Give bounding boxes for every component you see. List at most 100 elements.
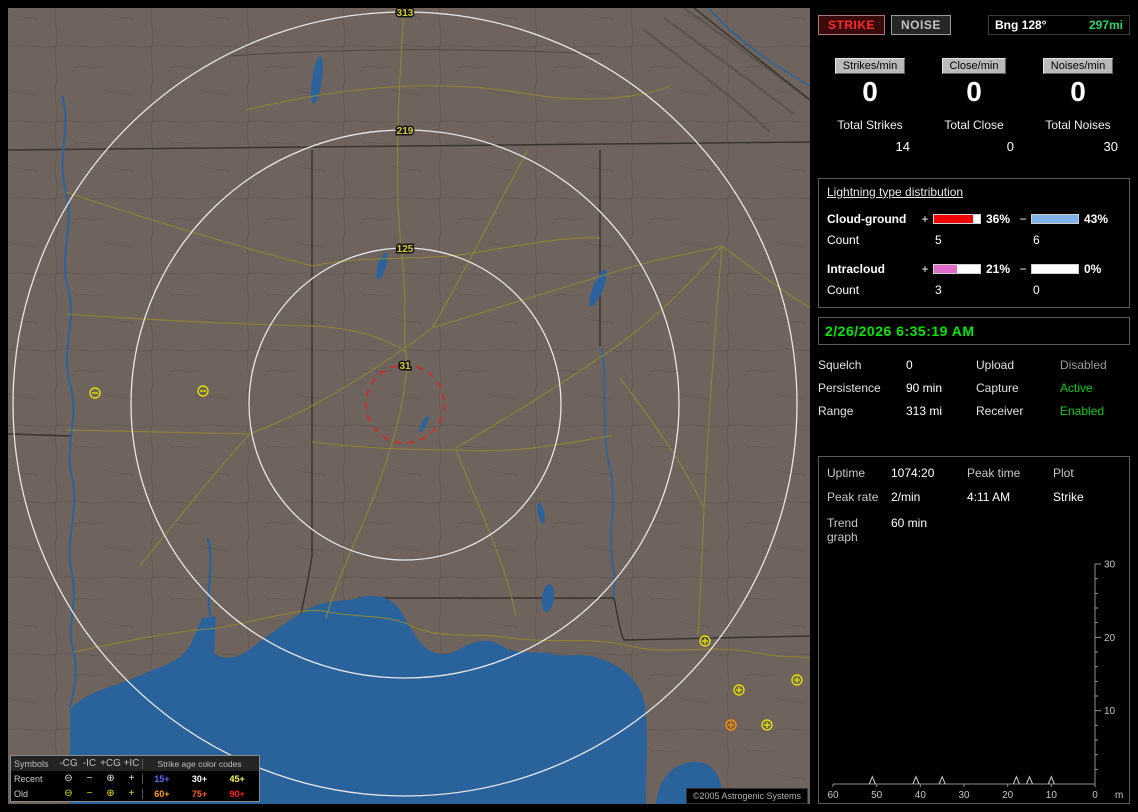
lightning-distribution-panel: Lightning type distribution Cloud-ground…: [818, 177, 1130, 308]
age-code-45: 45+: [229, 773, 245, 784]
capture-status: Active: [1060, 380, 1093, 395]
trend-spike: [1047, 775, 1055, 785]
svg-text:40: 40: [915, 790, 927, 801]
close-column: Close/min 0 Total Close 0: [922, 58, 1026, 154]
bearing-label: Bng 128°: [995, 18, 1047, 32]
squelch-label: Squelch: [818, 357, 862, 372]
cg-plus-bar: [933, 213, 981, 224]
legend-col-neg-cg: -CG: [59, 757, 78, 769]
neg-ic-recent-icon: −: [86, 772, 93, 784]
persistence-value: 90 min: [906, 380, 943, 395]
ic-minus-bar: [1031, 263, 1079, 274]
total-noises-label: Total Noises: [1045, 117, 1111, 132]
cloud-ground-row: Cloud-ground + 36% − 43%: [827, 212, 1121, 226]
svg-text:20: 20: [1104, 633, 1116, 644]
cg-minus-pct: 43%: [1084, 211, 1109, 226]
capture-label: Capture: [976, 380, 1019, 395]
age-code-90: 90+: [229, 788, 245, 799]
map-canvas[interactable]: 313 219 125 31: [8, 8, 810, 804]
noises-per-min-value: 0: [1070, 76, 1086, 107]
receiver-status: Squelch 0 Upload Disabled Persistence 90…: [818, 358, 1130, 418]
legend-age-header: Strike age color codes: [142, 758, 256, 769]
uptime-label: Uptime: [827, 466, 866, 480]
ic-plus-pct: 21%: [986, 261, 1011, 276]
strikes-per-min-chip[interactable]: Strikes/min: [834, 58, 906, 74]
mode-toolbar: STRIKE NOISE Bng 128° 297mi: [818, 12, 1130, 38]
svg-text:0: 0: [1092, 790, 1098, 801]
distribution-title: Lightning type distribution: [827, 184, 964, 199]
minus-sign: −: [1019, 211, 1027, 226]
intracloud-count-row: Count 3 0: [827, 282, 1040, 297]
upload-status: Disabled: [1060, 357, 1107, 372]
receiver-status-value: Enabled: [1060, 403, 1105, 418]
total-close-value: 0: [1006, 138, 1014, 154]
trend-spike: [1012, 775, 1020, 785]
trend-graph-row: Trend graph 60 min: [827, 516, 1121, 544]
noises-per-min-chip[interactable]: Noises/min: [1042, 58, 1114, 74]
neg-cg-recent-icon: ⊖: [64, 772, 73, 784]
age-code-30: 30+: [191, 773, 208, 784]
svg-text:10: 10: [1046, 790, 1058, 801]
range-value: 313 mi: [906, 403, 943, 418]
trend-spike: [938, 775, 946, 785]
sidebar: STRIKE NOISE Bng 128° 297mi Strikes/min …: [818, 8, 1130, 804]
trend-graph-label: Trend graph: [827, 516, 858, 544]
total-strikes-label: Total Strikes: [837, 117, 903, 132]
upload-label: Upload: [976, 357, 1015, 372]
age-code-15: 15+: [154, 773, 170, 784]
copyright-notice: ©2005 Astrogenic Systems: [685, 788, 808, 804]
peak-rate-label: Peak rate: [827, 490, 879, 504]
ring-label-31: 31: [399, 361, 411, 372]
noise-mode-button[interactable]: NOISE: [891, 15, 951, 35]
uptime-value: 1074:20: [891, 466, 935, 480]
rate-stats: Strikes/min 0 Total Strikes 14 Close/min…: [818, 58, 1130, 154]
session-panel: Uptime 1074:20 Peak time Plot Peak rate …: [818, 456, 1130, 804]
bearing-readout: Bng 128° 297mi: [988, 15, 1130, 35]
pos-cg-recent-icon: ⊕: [106, 772, 115, 784]
svg-text:30: 30: [1104, 560, 1116, 571]
svg-text:min: min: [1115, 790, 1123, 801]
cloud-ground-count-row: Count 5 6: [827, 232, 1040, 247]
plot-value: Strike: [1053, 490, 1084, 504]
cg-minus-count: 6: [1033, 232, 1040, 247]
cg-minus-bar: [1031, 213, 1079, 224]
pos-ic-old-icon: +: [128, 787, 135, 799]
ring-label-313: 313: [397, 8, 414, 19]
trend-chart: 10 20 30 60 50 40 30 20 10 0 min: [827, 560, 1123, 802]
neg-cg-old-icon: ⊖: [64, 787, 73, 799]
total-strikes-value: 14: [895, 138, 910, 154]
plus-sign: +: [921, 211, 929, 226]
strikes-column: Strikes/min 0 Total Strikes 14: [818, 58, 922, 154]
plot-label: Plot: [1053, 466, 1074, 480]
pos-cg-old-icon: ⊕: [106, 787, 115, 799]
receiver-label: Receiver: [976, 403, 1024, 418]
strike-mode-button[interactable]: STRIKE: [818, 15, 886, 35]
trend-spike: [912, 775, 920, 785]
plus-sign: +: [921, 261, 929, 276]
legend-col-neg-ic: -IC: [82, 757, 97, 769]
ring-label-125: 125: [397, 244, 414, 255]
age-code-75: 75+: [191, 788, 208, 799]
age-code-60: 60+: [154, 788, 170, 799]
ic-minus-count: 0: [1033, 282, 1040, 297]
legend-recent-label: Recent: [14, 773, 43, 784]
legend-old-label: Old: [14, 788, 29, 799]
neg-ic-old-icon: −: [86, 787, 93, 799]
map-legend: Symbols -CG -IC +CG +IC Strike age color…: [10, 755, 260, 802]
ic-plus-count: 3: [935, 282, 942, 297]
minus-sign: −: [1019, 261, 1027, 276]
bearing-distance: 297mi: [1088, 18, 1123, 32]
app-window: 313 219 125 31 Symbols -CG -IC +CG +IC Stri…: [0, 0, 1138, 812]
map-panel: 313 219 125 31 Symbols -CG -IC +CG +IC Stri…: [8, 8, 810, 804]
peak-time-label: Peak time: [967, 466, 1021, 480]
datetime-display: 2/26/2026 6:35:19 AM: [818, 316, 1130, 345]
range-label: Range: [818, 403, 854, 418]
close-per-min-chip[interactable]: Close/min: [941, 58, 1007, 74]
close-per-min-value: 0: [966, 76, 982, 107]
cg-plus-pct: 36%: [986, 211, 1011, 226]
persistence-label: Persistence: [818, 380, 881, 395]
intracloud-row: Intracloud + 21% − 0%: [827, 262, 1121, 276]
svg-text:50: 50: [871, 790, 883, 801]
svg-text:20: 20: [1002, 790, 1014, 801]
ic-plus-bar: [933, 263, 981, 274]
